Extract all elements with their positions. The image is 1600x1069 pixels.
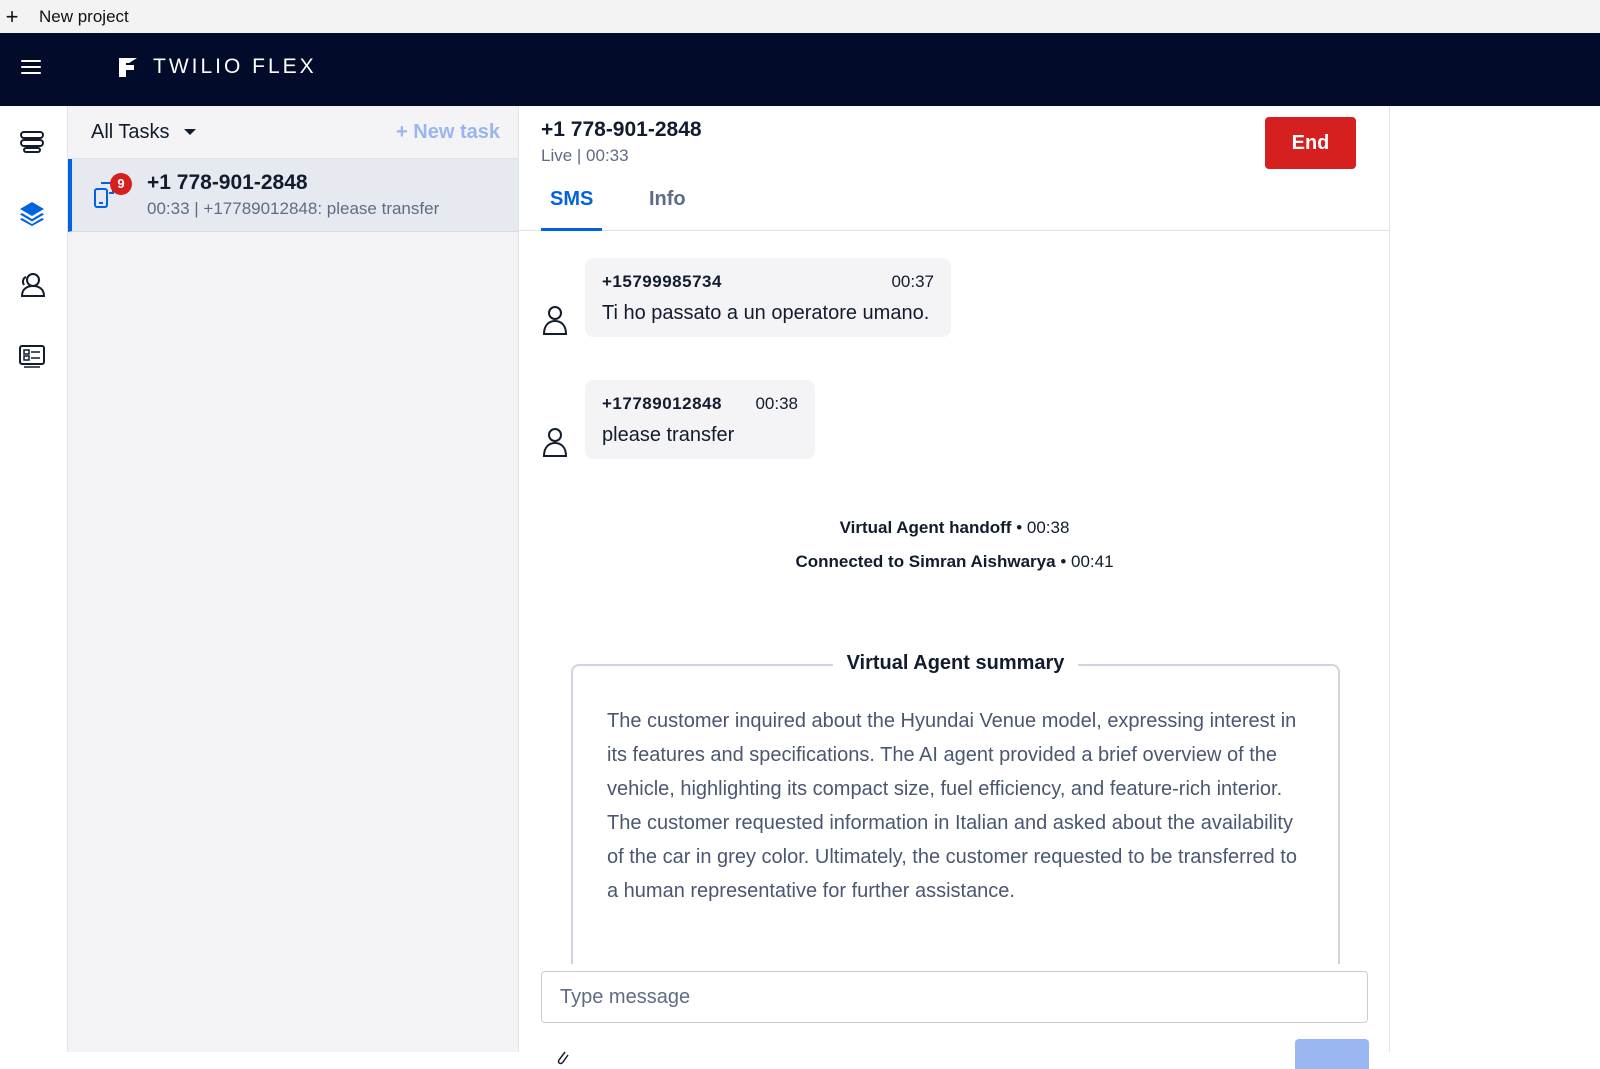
message-time: 00:37 bbox=[891, 272, 934, 291]
message-text: Ti ho passato a un operatore umano. bbox=[602, 302, 930, 324]
app-brand: TWILIO FLEX bbox=[153, 55, 317, 78]
task-subtitle: 00:33 | +17789012848: please transfer bbox=[147, 199, 440, 218]
task-filter-dropdown[interactable]: All Tasks bbox=[91, 121, 196, 144]
tab-info[interactable]: Info bbox=[640, 188, 695, 231]
conversation-panel: +1 778-901-2848 Live | 00:33 End SMS Inf… bbox=[519, 106, 1390, 1069]
message-sender: +17789012848 bbox=[602, 394, 722, 413]
system-event: Connected to Simran Aishwarya • 00:41 bbox=[519, 552, 1390, 572]
send-button[interactable] bbox=[1295, 1039, 1369, 1069]
summary-text: The customer inquired about the Hyundai … bbox=[607, 710, 1297, 902]
task-header-title: +1 778-901-2848 bbox=[541, 118, 702, 141]
message-row: +15799985734 00:37 Ti ho passato a un op… bbox=[541, 258, 951, 337]
task-list-header: All Tasks + New task bbox=[68, 106, 518, 159]
event-label: Connected to Simran Aishwarya bbox=[795, 552, 1056, 571]
message-bubble: +15799985734 00:37 Ti ho passato a un op… bbox=[585, 258, 951, 337]
task-list-item[interactable]: 9 +1 778-901-2848 00:33 | +17789012848: … bbox=[68, 159, 518, 232]
virtual-agent-summary: Virtual Agent summary The customer inqui… bbox=[571, 652, 1340, 964]
chevron-down-icon bbox=[183, 129, 196, 135]
twilio-flex-logo-icon bbox=[119, 58, 137, 77]
task-header: +1 778-901-2848 Live | 00:33 End SMS Inf… bbox=[519, 106, 1389, 231]
message-row: +17789012848 00:38 please transfer bbox=[541, 380, 815, 459]
message-input-placeholder: Type message bbox=[560, 985, 691, 1008]
event-label: Virtual Agent handoff bbox=[839, 518, 1012, 537]
event-time: • 00:38 bbox=[1016, 518, 1070, 537]
queues-icon[interactable] bbox=[18, 128, 46, 156]
system-event: Virtual Agent handoff • 00:38 bbox=[519, 518, 1390, 538]
tab-sms[interactable]: SMS bbox=[541, 188, 603, 231]
unread-badge: 9 bbox=[110, 173, 132, 195]
message-text: please transfer bbox=[602, 424, 735, 446]
task-list-panel: All Tasks + New task 9 +1 778-901-2848 0… bbox=[68, 106, 519, 1052]
attachment-icon[interactable] bbox=[553, 1046, 571, 1066]
end-button[interactable]: End bbox=[1265, 117, 1356, 169]
summary-title: Virtual Agent summary bbox=[832, 652, 1079, 674]
user-avatar-icon bbox=[542, 306, 568, 335]
menu-icon[interactable] bbox=[21, 60, 41, 78]
new-project-button[interactable]: New project bbox=[39, 7, 129, 27]
teams-icon[interactable] bbox=[18, 271, 46, 299]
user-avatar-icon bbox=[542, 428, 568, 457]
dashboard-icon[interactable] bbox=[18, 342, 46, 370]
plus-icon[interactable]: + bbox=[0, 5, 24, 28]
task-title: +1 778-901-2848 bbox=[147, 171, 308, 194]
task-filter-label: All Tasks bbox=[91, 120, 170, 143]
message-input[interactable]: Type message bbox=[541, 971, 1368, 1023]
side-nav bbox=[0, 106, 68, 1052]
message-bubble: +17789012848 00:38 please transfer bbox=[585, 380, 815, 459]
app-header: TWILIO FLEX bbox=[0, 33, 1600, 106]
app-logo: TWILIO FLEX bbox=[117, 55, 317, 79]
message-time: 00:38 bbox=[755, 394, 798, 413]
event-time: • 00:41 bbox=[1060, 552, 1114, 571]
task-status: Live | 00:33 bbox=[541, 146, 629, 165]
os-title-bar: + New project bbox=[0, 0, 1600, 33]
message-sender: +15799985734 bbox=[602, 272, 722, 291]
new-task-button[interactable]: + New task bbox=[396, 121, 500, 144]
layers-icon[interactable] bbox=[18, 199, 46, 227]
